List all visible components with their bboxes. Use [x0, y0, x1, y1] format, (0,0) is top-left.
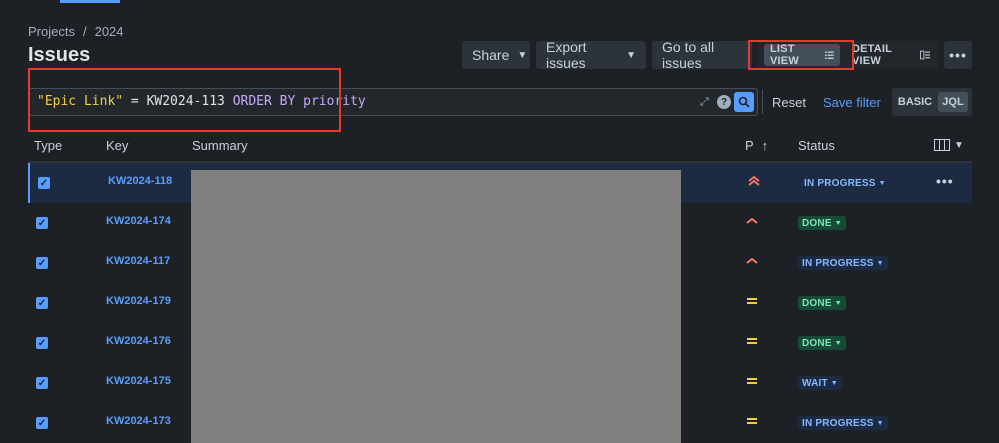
column-header-summary[interactable]: Summary [192, 138, 248, 153]
top-nav-active-indicator [60, 0, 120, 3]
go-to-all-issues-button[interactable]: Go to all issues [652, 39, 752, 71]
issue-key-link[interactable]: KW2024-173 [106, 415, 171, 427]
export-issues-button[interactable]: Export issues ▼ [536, 39, 646, 71]
search-button[interactable] [734, 92, 754, 112]
issue-key-link[interactable]: KW2024-118 [108, 175, 172, 187]
go-all-label: Go to all issues [662, 39, 715, 71]
priority-medium-icon [747, 338, 757, 344]
chevron-down-icon: ▼ [834, 219, 842, 227]
jql-mode-button[interactable]: JQL [938, 92, 968, 112]
row-checkbox[interactable]: ✓ [36, 377, 48, 389]
jql-order-field: priority [303, 94, 366, 109]
status-label: IN PROGRESS [804, 177, 876, 189]
column-header-key[interactable]: Key [106, 138, 128, 153]
priority-high-icon [746, 217, 758, 224]
status-badge[interactable]: DONE ▼ [798, 216, 846, 230]
breadcrumb-projects[interactable]: Projects [28, 24, 75, 39]
jql-field: "Epic Link" [37, 94, 124, 109]
issue-key-link[interactable]: KW2024-174 [106, 215, 171, 227]
breadcrumb-2024[interactable]: 2024 [95, 24, 124, 39]
priority-header-label: P [745, 138, 754, 153]
issue-key-link[interactable]: KW2024-176 [106, 335, 171, 347]
jql-order-keyword: ORDER BY [232, 94, 296, 109]
more-actions-button[interactable]: ••• [944, 41, 972, 69]
list-icon [825, 51, 834, 59]
page-title: Issues [28, 44, 91, 66]
priority-medium-icon [747, 418, 757, 424]
share-button[interactable]: Share ▼ [462, 41, 530, 69]
row-checkbox[interactable]: ✓ [36, 257, 48, 269]
help-icon[interactable]: ? [717, 95, 731, 109]
jql-operator: = [130, 94, 139, 109]
share-label: Share [472, 47, 510, 63]
export-label: Export issues [546, 39, 587, 71]
priority-medium-icon [747, 298, 757, 304]
issue-key-link[interactable]: KW2024-175 [106, 375, 171, 387]
breadcrumb: Projects / 2024 [28, 24, 124, 39]
detail-view-label: DETAIL VIEW [852, 43, 892, 67]
sort-ascending-icon: ↑ [761, 138, 769, 153]
columns-icon [934, 139, 950, 151]
row-checkbox[interactable]: ✓ [36, 217, 48, 229]
status-label: WAIT [802, 377, 828, 389]
priority-highest-icon [748, 175, 760, 186]
row-checkbox[interactable]: ✓ [38, 177, 50, 189]
column-header-status[interactable]: Status [798, 138, 835, 153]
reset-button[interactable]: Reset [772, 95, 806, 110]
row-checkbox[interactable]: ✓ [36, 417, 48, 429]
status-badge[interactable]: WAIT ▼ [798, 376, 842, 390]
status-label: DONE [802, 217, 832, 229]
chevron-down-icon: ▼ [834, 339, 842, 347]
issue-key-link[interactable]: KW2024-117 [106, 255, 170, 267]
priority-medium-icon [747, 378, 757, 384]
priority-high-icon [746, 257, 758, 264]
row-checkbox[interactable]: ✓ [36, 337, 48, 349]
status-badge[interactable]: IN PROGRESS ▼ [800, 176, 890, 190]
chevron-down-icon: ▼ [954, 139, 964, 151]
status-badge[interactable]: DONE ▼ [798, 296, 846, 310]
save-filter-button[interactable]: Save filter [823, 95, 881, 110]
column-header-priority[interactable]: P ↑ [745, 138, 768, 153]
column-header-type[interactable]: Type [34, 138, 62, 153]
chevron-down-icon: ▼ [830, 379, 838, 387]
chevron-down-icon: ▼ [517, 49, 528, 61]
chevron-down-icon: ▼ [834, 299, 842, 307]
basic-mode-button[interactable]: BASIC [896, 92, 934, 112]
status-label: IN PROGRESS [802, 257, 874, 269]
search-mode-toggle: BASIC JQL [892, 88, 972, 116]
chevron-down-icon: ▼ [876, 259, 884, 267]
status-label: IN PROGRESS [802, 417, 874, 429]
expand-icon[interactable]: ⤢ [700, 96, 709, 109]
list-view-button[interactable]: LIST VIEW [764, 43, 840, 67]
search-icon [738, 96, 750, 108]
list-view-label: LIST VIEW [770, 43, 799, 67]
detail-view-button[interactable]: DETAIL VIEW [846, 43, 936, 67]
view-switcher: LIST VIEW DETAIL VIEW [758, 41, 938, 69]
divider [762, 90, 763, 114]
row-checkbox[interactable]: ✓ [36, 297, 48, 309]
jql-search-input[interactable]: "Epic Link" = KW2024-113 ORDER BY priori… [28, 88, 758, 116]
redacted-summary-area [191, 170, 681, 443]
breadcrumb-separator: / [82, 24, 87, 39]
status-label: DONE [802, 297, 832, 309]
status-label: DONE [802, 337, 832, 349]
chevron-down-icon: ▼ [878, 179, 886, 187]
detail-view-icon [919, 50, 930, 60]
status-badge[interactable]: DONE ▼ [798, 336, 846, 350]
column-picker-button[interactable]: ▼ [934, 139, 964, 151]
chevron-down-icon: ▼ [626, 49, 636, 61]
jql-value: KW2024-113 [146, 94, 225, 109]
row-more-actions-button[interactable]: ••• [936, 173, 954, 189]
issue-key-link[interactable]: KW2024-179 [106, 295, 171, 307]
chevron-down-icon: ▼ [876, 419, 884, 427]
status-badge[interactable]: IN PROGRESS ▼ [798, 256, 888, 270]
status-badge[interactable]: IN PROGRESS ▼ [798, 416, 888, 430]
